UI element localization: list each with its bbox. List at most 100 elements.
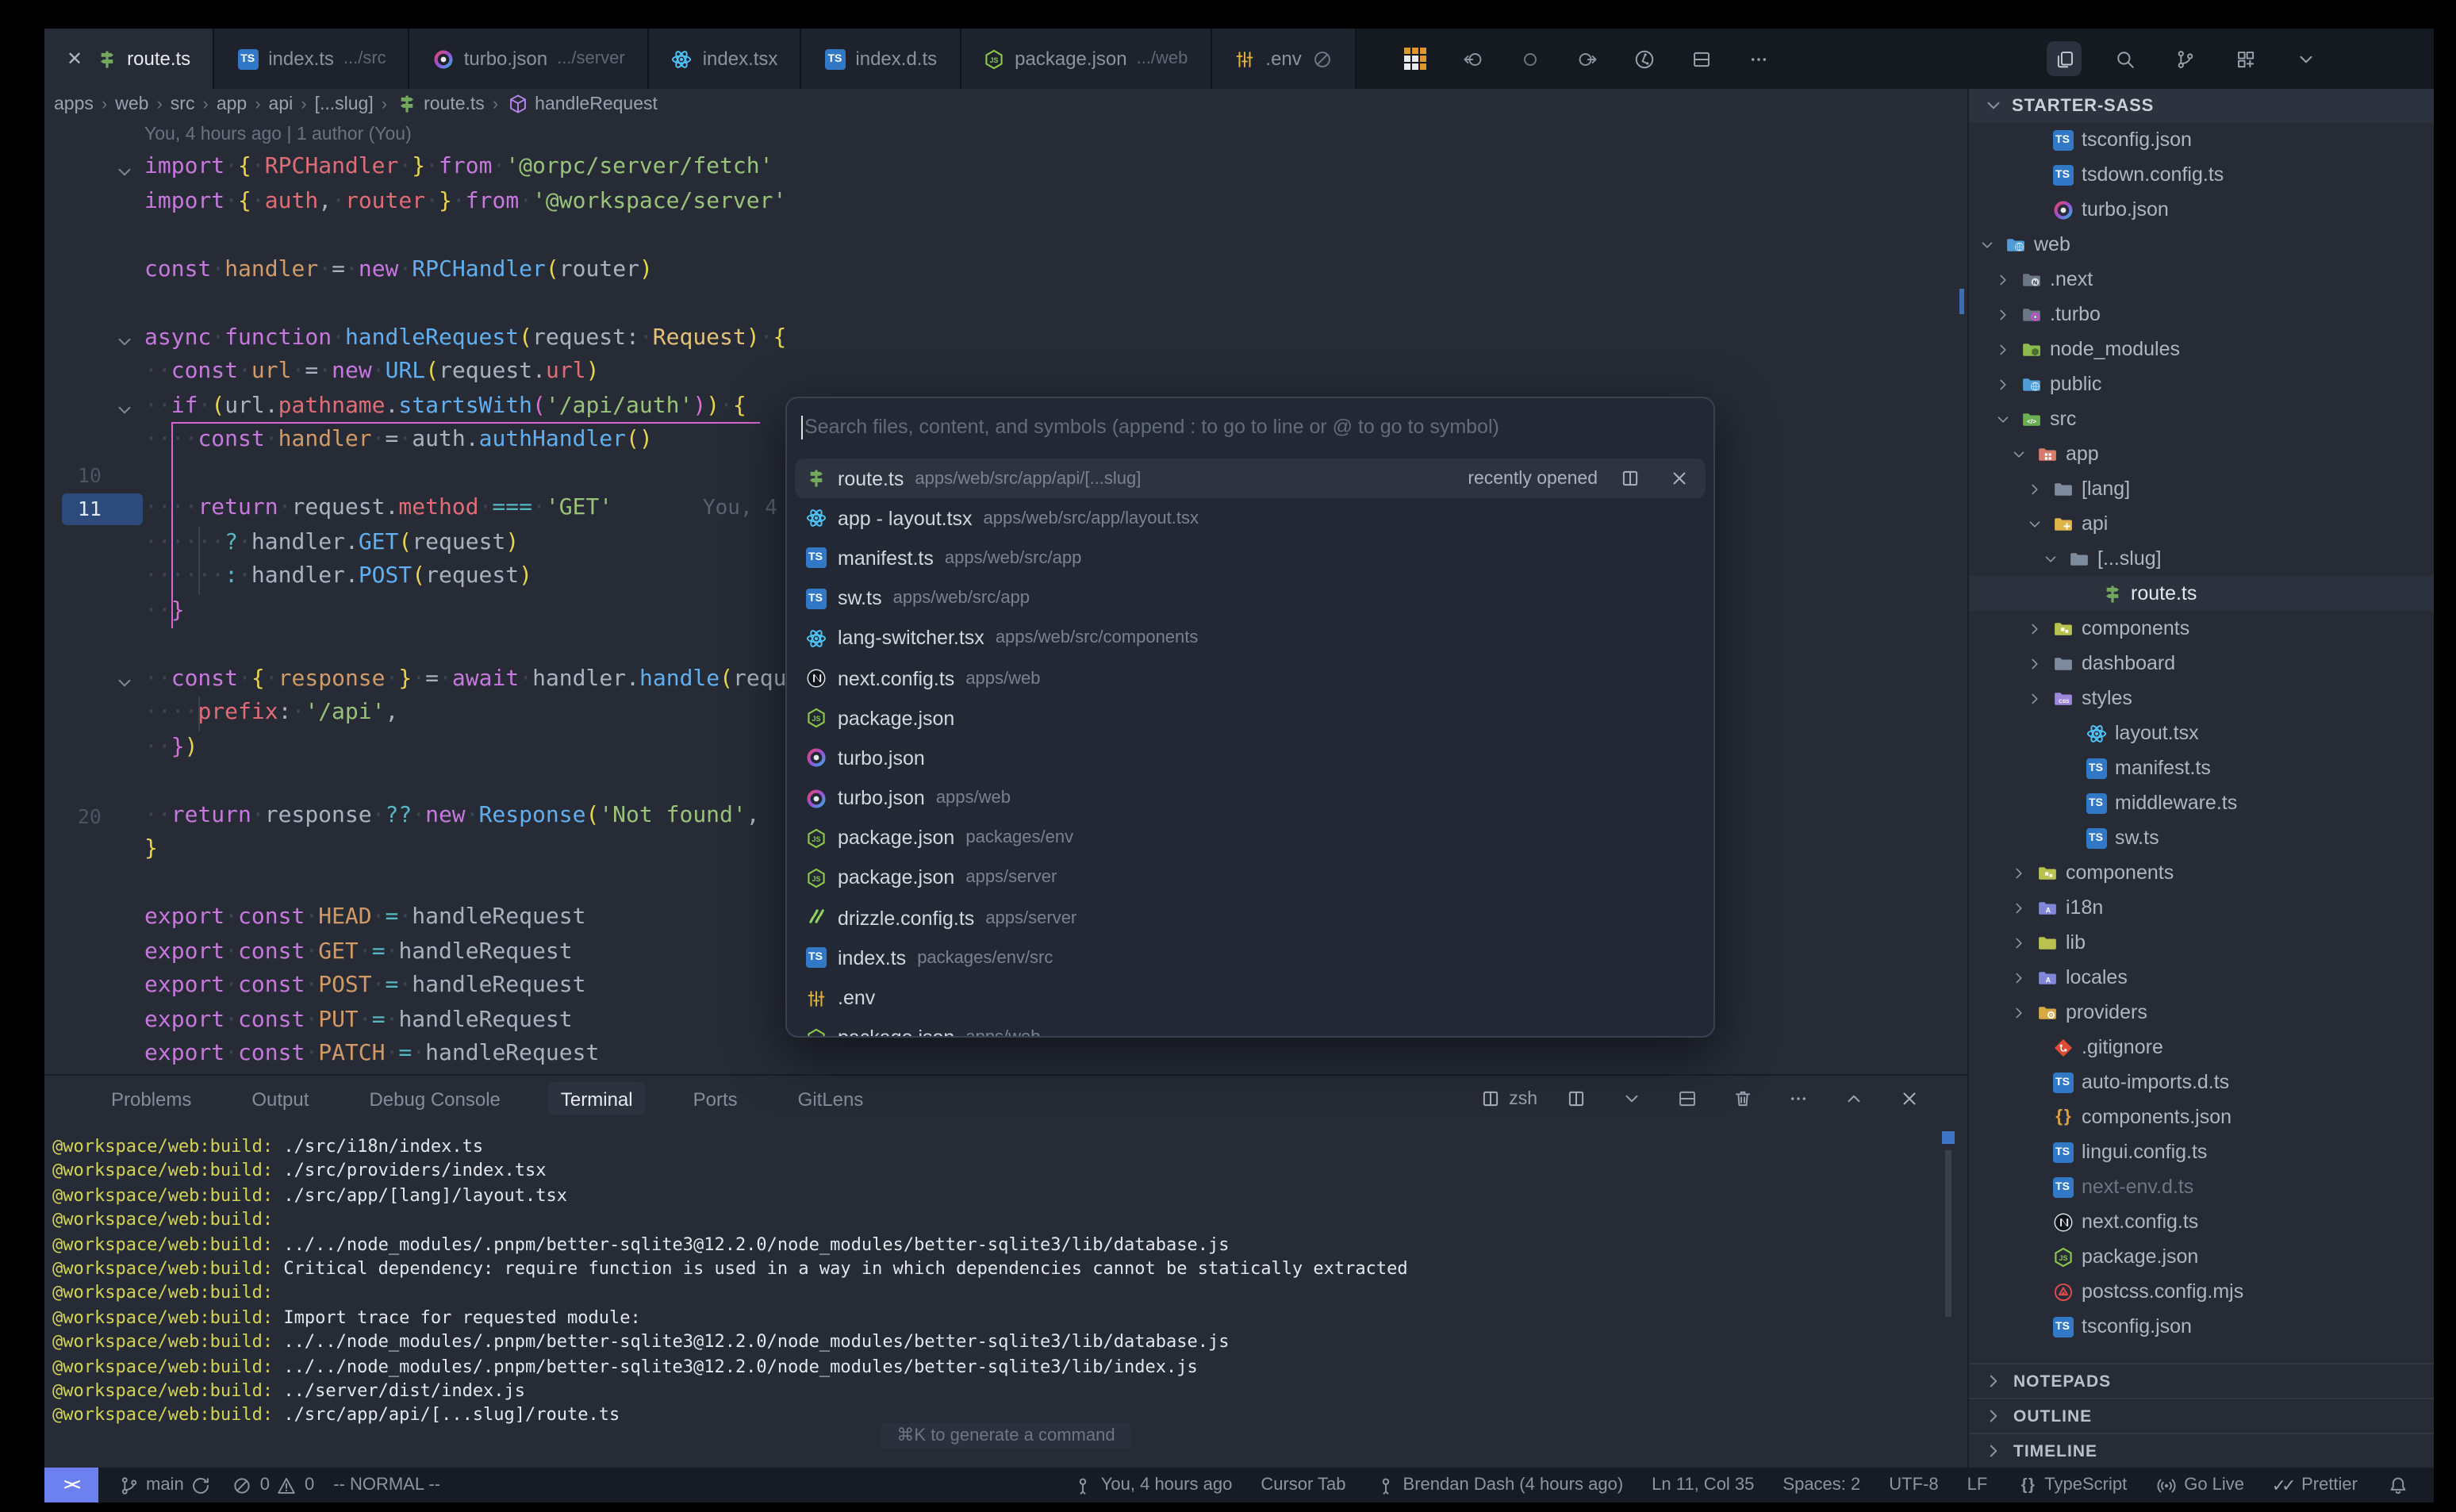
quick-open-input[interactable]: Search files, content, and symbols (appe… bbox=[787, 398, 1713, 455]
split-rect-button[interactable] bbox=[1684, 41, 1719, 76]
sidebar-item-[lang][interactable]: [lang] bbox=[1969, 471, 2434, 506]
panel-tab-problems[interactable]: Problems bbox=[98, 1082, 204, 1115]
kill-terminal-button[interactable] bbox=[1725, 1081, 1759, 1116]
sidebar-item-tsconfig.json[interactable]: TStsconfig.json bbox=[1969, 1309, 2434, 1344]
new-terminal-button[interactable] bbox=[1558, 1081, 1593, 1116]
breadcrumb-item-api[interactable]: api bbox=[269, 94, 294, 113]
quick-open-item-next.config.ts[interactable]: next.config.tsapps/web bbox=[795, 658, 1706, 698]
status-item[interactable]: UTF-8 bbox=[1889, 1476, 1938, 1495]
quick-open-item-index.ts[interactable]: TSindex.tspackages/env/src bbox=[795, 938, 1706, 978]
nav-forward-button[interactable] bbox=[1570, 41, 1605, 76]
panel-tab-ports[interactable]: Ports bbox=[681, 1082, 750, 1115]
quick-open-item-.env[interactable]: .env bbox=[795, 978, 1706, 1018]
quick-open-item-turbo.json[interactable]: turbo.jsonapps/web bbox=[795, 778, 1706, 818]
panel-tab-output[interactable]: Output bbox=[239, 1082, 321, 1115]
status-item[interactable]: main bbox=[117, 1474, 213, 1496]
sidebar-item-public[interactable]: public bbox=[1969, 366, 2434, 401]
tab-route.ts[interactable]: ✕route.ts bbox=[44, 29, 214, 89]
status-item[interactable]: Brendan Dash (4 hours ago) bbox=[1375, 1474, 1624, 1496]
close-icon[interactable]: ✕ bbox=[67, 48, 83, 70]
terminal[interactable]: ⌘K to generate a command @workspace/web:… bbox=[44, 1122, 1967, 1468]
more-button[interactable] bbox=[1741, 41, 1776, 76]
tab-index.d.ts[interactable]: TSindex.d.ts bbox=[801, 29, 961, 89]
sidebar-item-components.json[interactable]: { }components.json bbox=[1969, 1099, 2434, 1134]
grid-colored-button[interactable] bbox=[1399, 41, 1433, 76]
breadcrumb-item-route.ts[interactable]: route.ts bbox=[395, 93, 485, 115]
status-item[interactable]: 00 bbox=[232, 1474, 315, 1496]
sidebar-item-auto-imports.d.ts[interactable]: TSauto-imports.d.ts bbox=[1969, 1065, 2434, 1099]
status-item[interactable]: You, 4 hours ago bbox=[1073, 1474, 1233, 1496]
section-notepads[interactable]: NOTEPADS bbox=[1969, 1363, 2434, 1398]
status-item[interactable]: -- NORMAL -- bbox=[333, 1476, 440, 1495]
status-item[interactable]: { }TypeScript bbox=[2016, 1474, 2127, 1496]
sidebar-item-locales[interactable]: Alocales bbox=[1969, 960, 2434, 995]
sidebar-item-.turbo[interactable]: .turbo bbox=[1969, 297, 2434, 332]
panel-tab-gitlens[interactable]: GitLens bbox=[785, 1082, 877, 1115]
status-item[interactable]: Ln 11, Col 35 bbox=[1652, 1476, 1754, 1495]
sidebar-item-styles[interactable]: CSSstyles bbox=[1969, 681, 2434, 716]
breadcrumb-item-web[interactable]: web bbox=[115, 94, 148, 113]
remove-from-list-button[interactable] bbox=[1661, 461, 1696, 496]
sidebar-item-layout.tsx[interactable]: layout.tsx bbox=[1969, 716, 2434, 750]
breadcrumb-item-handleRequest[interactable]: handleRequest bbox=[506, 93, 658, 115]
remote-indicator[interactable]: >< bbox=[44, 1468, 98, 1502]
tab-index.ts[interactable]: TSindex.ts.../src bbox=[214, 29, 410, 89]
sidebar-item-src[interactable]: </>src bbox=[1969, 401, 2434, 436]
tab-package.json[interactable]: JSpackage.json.../web bbox=[961, 29, 1211, 89]
terminal-shell[interactable]: zsh bbox=[1479, 1088, 1537, 1110]
editor-scrollbar-mark[interactable] bbox=[1959, 289, 1964, 314]
sidebar-item-tsdown.config.ts[interactable]: TStsdown.config.ts bbox=[1969, 157, 2434, 192]
breadcrumb-item-apps[interactable]: apps bbox=[54, 94, 94, 113]
sidebar-item-.gitignore[interactable]: .gitignore bbox=[1969, 1030, 2434, 1065]
sidebar-item-lingui.config.ts[interactable]: TSlingui.config.ts bbox=[1969, 1134, 2434, 1169]
code-line[interactable]: const·handler·=·new·RPCHandler(router) bbox=[44, 253, 1967, 287]
tab-turbo.json[interactable]: turbo.json.../server bbox=[410, 29, 649, 89]
copy-button[interactable] bbox=[2047, 41, 2082, 76]
run-circle-button[interactable] bbox=[1627, 41, 1662, 76]
breadcrumb-item-app[interactable]: app bbox=[217, 94, 247, 113]
sidebar-item-sw.ts[interactable]: TSsw.ts bbox=[1969, 820, 2434, 855]
search-button[interactable] bbox=[2107, 41, 2142, 76]
quick-open-item-lang-switcher.tsx[interactable]: lang-switcher.tsxapps/web/src/components bbox=[795, 619, 1706, 658]
chevron-down-button[interactable] bbox=[2288, 41, 2323, 76]
quick-open-item-package.json[interactable]: JSpackage.jsonapps/web bbox=[795, 1018, 1706, 1038]
close-panel-button[interactable] bbox=[1891, 1081, 1926, 1116]
sidebar-item-api[interactable]: api bbox=[1969, 506, 2434, 541]
sidebar-item-web[interactable]: web bbox=[1969, 227, 2434, 262]
status-item[interactable]: Cursor Tab bbox=[1261, 1476, 1345, 1495]
sidebar-item-providers[interactable]: providers bbox=[1969, 995, 2434, 1030]
code-line[interactable]: ··const·url·=·new·URL(request.url) bbox=[44, 355, 1967, 390]
status-item[interactable]: Spaces: 2 bbox=[1783, 1476, 1860, 1495]
status-item[interactable]: ✓✓Prettier bbox=[2273, 1474, 2358, 1496]
quick-open-item-package.json[interactable]: JSpackage.jsonpackages/env bbox=[795, 818, 1706, 858]
quick-open-item-package.json[interactable]: JSpackage.json bbox=[795, 698, 1706, 738]
panel-tab-terminal[interactable]: Terminal bbox=[548, 1082, 646, 1115]
sidebar-item-package.json[interactable]: JSpackage.json bbox=[1969, 1239, 2434, 1274]
explorer-header[interactable]: STARTER-SASS bbox=[1969, 89, 2434, 122]
quick-open-item-turbo.json[interactable]: turbo.json bbox=[795, 739, 1706, 778]
sidebar-item-lib[interactable]: lib bbox=[1969, 925, 2434, 960]
code-line[interactable]: export·const·PATCH·=·handleRequest bbox=[44, 1038, 1967, 1072]
sidebar-item-.next[interactable]: N.next bbox=[1969, 262, 2434, 297]
status-item[interactable] bbox=[2386, 1474, 2408, 1496]
sidebar-item-postcss.config.mjs[interactable]: postcss.config.mjs bbox=[1969, 1274, 2434, 1309]
quick-open-item-route.ts[interactable]: route.tsapps/web/src/app/api/[...slug]re… bbox=[795, 459, 1706, 498]
section-timeline[interactable]: TIMELINE bbox=[1969, 1433, 2434, 1468]
terminal-scrollbar[interactable] bbox=[1945, 1150, 1951, 1317]
maximize-panel-button[interactable] bbox=[1836, 1081, 1871, 1116]
sidebar-item-i18n[interactable]: Ai18n bbox=[1969, 890, 2434, 925]
code-line[interactable]: import·{·auth,·router·}·from·'@workspace… bbox=[44, 185, 1967, 219]
terminal-dropdown-button[interactable] bbox=[1614, 1081, 1648, 1116]
sidebar-item-route.ts[interactable]: route.ts bbox=[1969, 576, 2434, 611]
quick-open-item-drizzle.config.ts[interactable]: drizzle.config.tsapps/server bbox=[795, 898, 1706, 938]
sidebar-item-next-env.d.ts[interactable]: TSnext-env.d.ts bbox=[1969, 1169, 2434, 1204]
code-line[interactable]: import·{·RPCHandler·}·from·'@orpc/server… bbox=[44, 151, 1967, 185]
extensions-button[interactable] bbox=[2228, 41, 2262, 76]
nav-back-button[interactable] bbox=[1456, 41, 1491, 76]
sidebar-item-turbo.json[interactable]: turbo.json bbox=[1969, 192, 2434, 227]
sidebar-item-next.config.ts[interactable]: next.config.ts bbox=[1969, 1204, 2434, 1239]
nav-dot-button[interactable] bbox=[1513, 41, 1548, 76]
quick-open-item-app - layout.tsx[interactable]: app - layout.tsxapps/web/src/app/layout.… bbox=[795, 498, 1706, 538]
sidebar-item-app[interactable]: app bbox=[1969, 436, 2434, 471]
split-editor-button[interactable] bbox=[1612, 461, 1647, 496]
